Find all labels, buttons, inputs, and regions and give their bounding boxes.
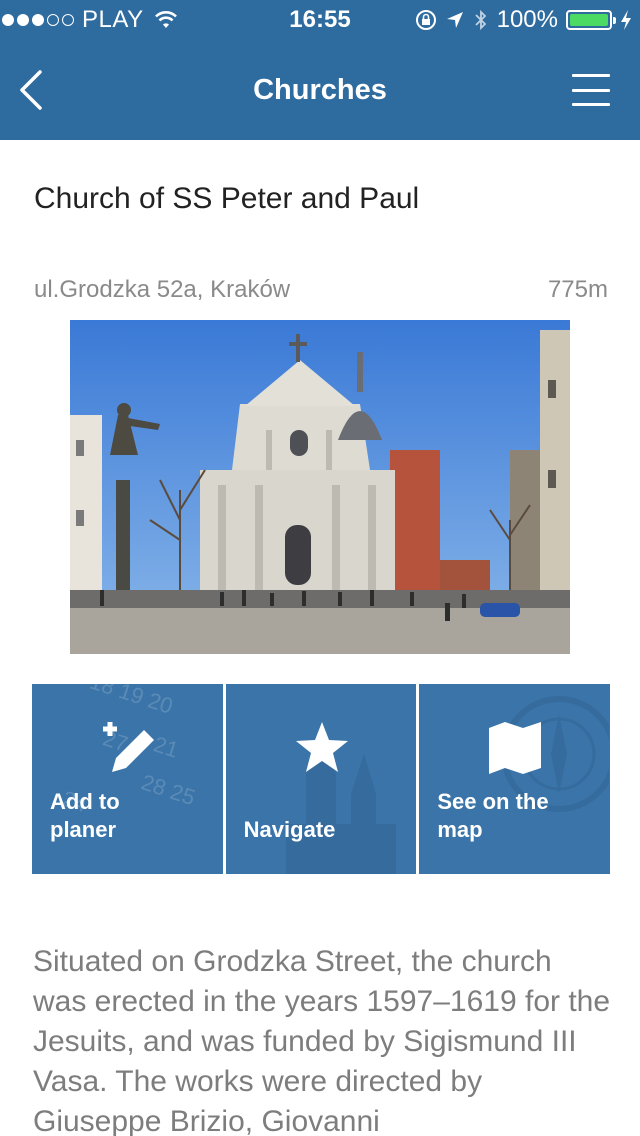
- see-on-map-label: See on the map: [437, 789, 549, 842]
- app-header: PLAY 16:55 100% Churches: [0, 0, 640, 140]
- navigate-button[interactable]: Navigate: [225, 684, 417, 874]
- bluetooth-icon: [474, 9, 486, 31]
- place-description: Situated on Grodzka Street, the church w…: [33, 945, 611, 1136]
- place-title: Church of SS Peter and Paul: [34, 182, 420, 215]
- church-photo: [70, 320, 570, 654]
- add-to-planner-button[interactable]: 18 19 20 21 27 28 25 24 Add to planer: [32, 684, 223, 874]
- page-title: Churches: [253, 74, 387, 106]
- pencil-plus-icon: [103, 722, 154, 772]
- star-icon: [295, 722, 348, 772]
- compass-pattern: [501, 696, 610, 812]
- svg-text:18 19 20: 18 19 20: [87, 684, 176, 719]
- battery-percent: 100%: [496, 6, 558, 33]
- rotation-lock-icon: [415, 10, 436, 30]
- place-distance: 775m: [547, 276, 608, 303]
- location-arrow-icon: [446, 12, 463, 28]
- folded-map-icon: [489, 722, 542, 774]
- status-bar: PLAY 16:55 100%: [0, 0, 640, 40]
- action-tiles: 18 19 20 21 27 28 25 24 Add to planer Na…: [32, 684, 611, 874]
- hamburger-menu-icon: [572, 74, 610, 77]
- menu-button[interactable]: [572, 74, 610, 106]
- add-to-planner-label: Add to planer: [50, 789, 120, 842]
- navigate-label: Navigate: [243, 817, 336, 842]
- charging-bolt-icon: [621, 10, 631, 30]
- church-tower-pattern: [285, 724, 396, 874]
- place-address: ul.Grodzka 52a, Kraków: [34, 276, 291, 303]
- calendar-pattern: 18 19 20 21 27 28 25 24: [59, 684, 198, 817]
- see-on-map-button[interactable]: See on the map: [419, 684, 611, 874]
- navigation-bar: Churches: [0, 40, 640, 140]
- battery-icon: [566, 10, 616, 30]
